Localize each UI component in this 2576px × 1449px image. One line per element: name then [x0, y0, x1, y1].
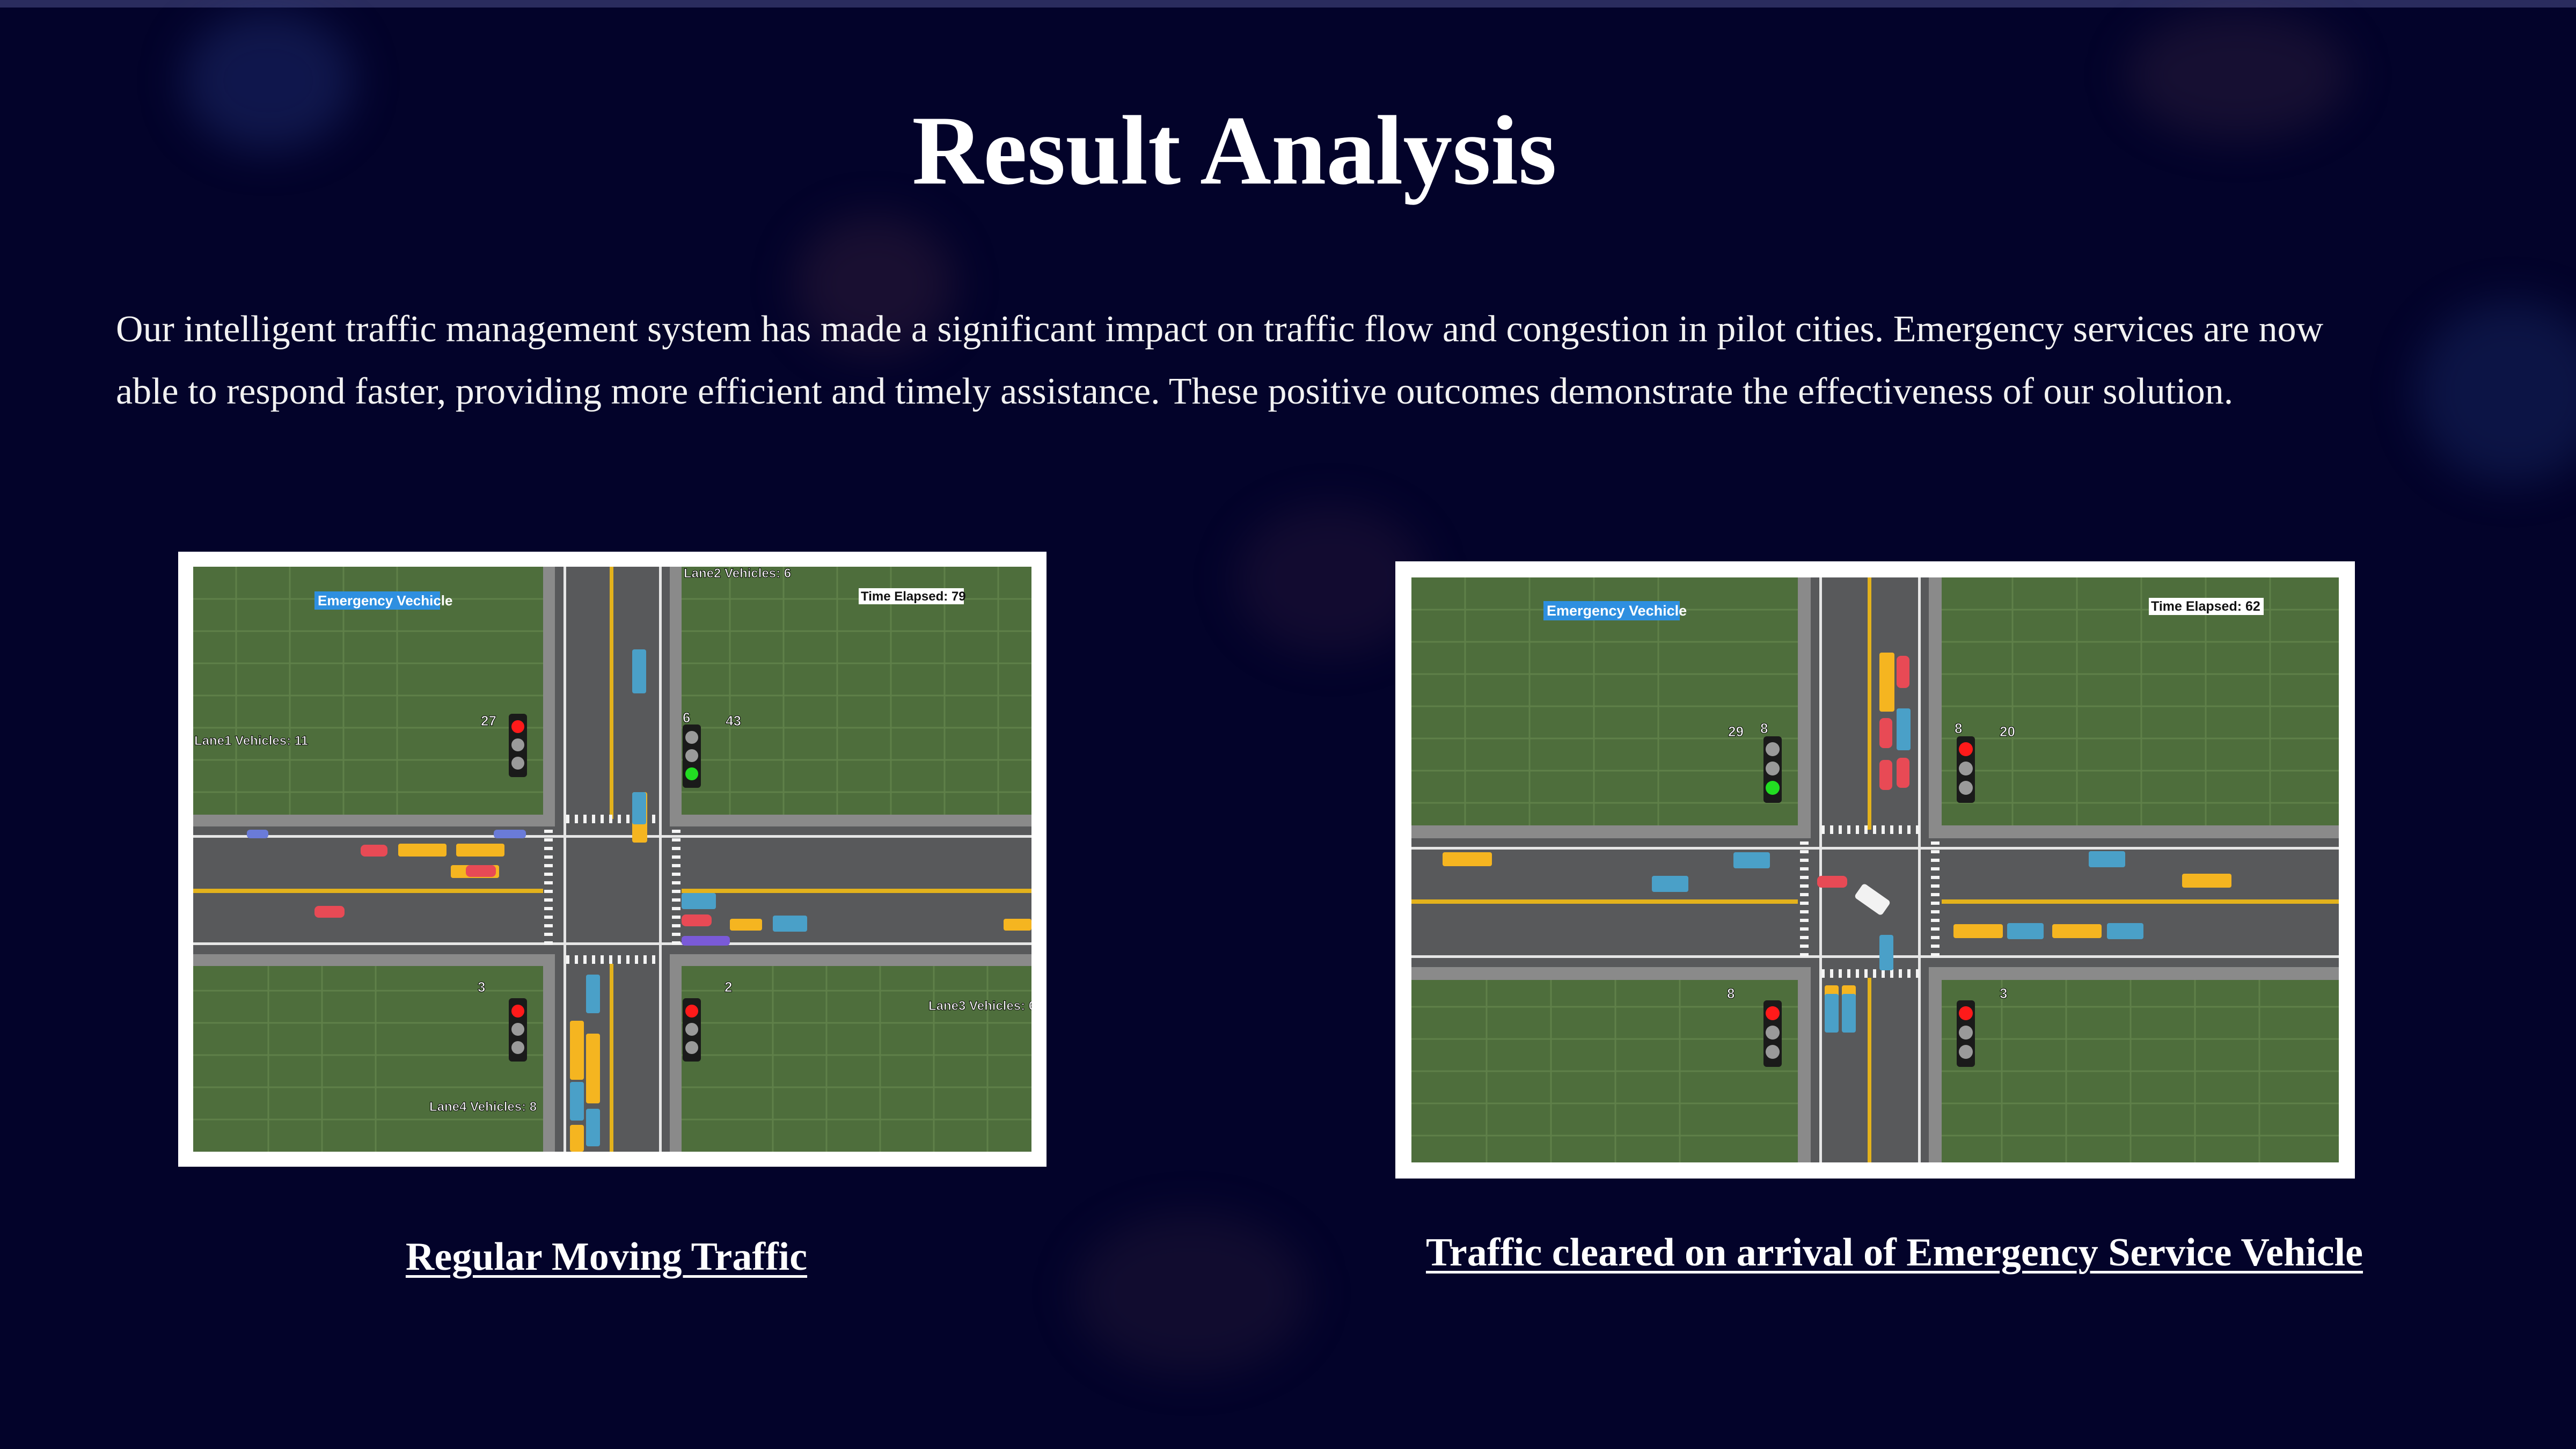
right-figure-caption: Traffic cleared on arrival of Emergency …: [1425, 1231, 2363, 1275]
intro-paragraph-line: Our intelligent traffic management syste…: [116, 309, 2324, 350]
emergency-cleared-simulation: Emergency Vechicle Time Elapsed: 62 29 8…: [1411, 577, 2339, 1162]
signal-timer: 8: [1760, 720, 1768, 736]
emergency-badge: Emergency Vechicle: [318, 592, 452, 609]
left-figure-caption: Regular Moving Traffic: [405, 1235, 808, 1279]
traffic-signal-red: [509, 714, 527, 777]
truck: [1733, 852, 1770, 868]
truck: [1825, 994, 1839, 1033]
intro-paragraph-line: able to respond faster, providing more e…: [116, 371, 2234, 412]
bus: [456, 844, 504, 857]
truck: [2107, 923, 2143, 939]
car: [1897, 656, 1909, 688]
emergency-badge: Emergency Vechicle: [1547, 603, 1687, 619]
page-title: Result Analysis: [912, 96, 1557, 205]
signal-timer: 3: [478, 979, 485, 995]
truck: [1652, 876, 1688, 892]
traffic-signal-red: [509, 998, 527, 1062]
truck: [773, 916, 807, 932]
bus: [1004, 919, 1031, 931]
lane-count: Lane3 Vehicles: 6: [928, 999, 1031, 1013]
bus: [570, 1125, 584, 1152]
bus: [570, 1021, 584, 1080]
traffic-signal-red: [1957, 1000, 1975, 1067]
time-elapsed: Time Elapsed: 79: [861, 589, 966, 604]
car: [1879, 718, 1892, 748]
truck: [586, 1109, 600, 1146]
bus: [730, 919, 762, 931]
signal-timer: 27: [481, 713, 496, 729]
traffic-signal-green: [683, 724, 701, 788]
truck: [632, 649, 646, 693]
bus: [1879, 653, 1894, 712]
car: [1817, 876, 1847, 888]
car: [314, 906, 345, 918]
truck: [2007, 923, 2044, 939]
traffic-signal-red: [1763, 1000, 1782, 1067]
signal-timer: 8: [1727, 985, 1735, 1001]
signal-timer: 3: [2000, 985, 2007, 1001]
lane-count: Lane2 Vehicles: 6: [684, 567, 791, 581]
signal-timer: 29: [1728, 723, 1744, 740]
truck: [632, 792, 646, 824]
top-accent-bar: [0, 0, 2576, 8]
bike: [682, 936, 730, 946]
intro-paragraph: Our intelligent traffic management syste…: [116, 298, 2477, 423]
regular-traffic-simulation: Emergency Vechicle Time Elapsed: 79 Lane…: [193, 567, 1031, 1152]
truck: [682, 893, 716, 909]
bus: [2182, 874, 2231, 888]
signal-timer: 43: [726, 713, 741, 729]
traffic-signal-red: [1957, 736, 1975, 803]
car: [1897, 758, 1909, 788]
emergency-cleared-screenshot: Emergency Vechicle Time Elapsed: 62 29 8…: [1395, 561, 2355, 1179]
signal-timer: 8: [1955, 720, 1962, 736]
bike: [247, 830, 268, 838]
truck: [1897, 708, 1911, 750]
bike: [494, 830, 526, 838]
signal-timer: 6: [683, 709, 690, 726]
background-glow: [1073, 1213, 1309, 1374]
truck: [1879, 935, 1893, 970]
lane-count: Lane1 Vehicles: 11: [194, 734, 308, 748]
bus: [1443, 852, 1492, 866]
truck: [1842, 994, 1856, 1033]
signal-timer: 20: [2000, 723, 2015, 740]
bus: [398, 844, 447, 857]
car: [682, 914, 712, 926]
bus: [2052, 924, 2102, 938]
traffic-signal-green: [1763, 736, 1782, 803]
car: [1879, 760, 1892, 790]
truck: [2089, 851, 2125, 867]
lane-count: Lane4 Vehicles: 8: [429, 1100, 537, 1114]
truck: [570, 1082, 584, 1121]
signal-timer: 2: [724, 979, 732, 995]
bus: [586, 1034, 600, 1103]
traffic-signal-red: [683, 998, 701, 1062]
car: [466, 865, 496, 877]
bus: [1953, 924, 2003, 938]
truck: [586, 975, 600, 1013]
regular-traffic-screenshot: Emergency Vechicle Time Elapsed: 79 Lane…: [178, 552, 1046, 1167]
car: [361, 845, 387, 857]
time-elapsed: Time Elapsed: 62: [2151, 599, 2260, 614]
